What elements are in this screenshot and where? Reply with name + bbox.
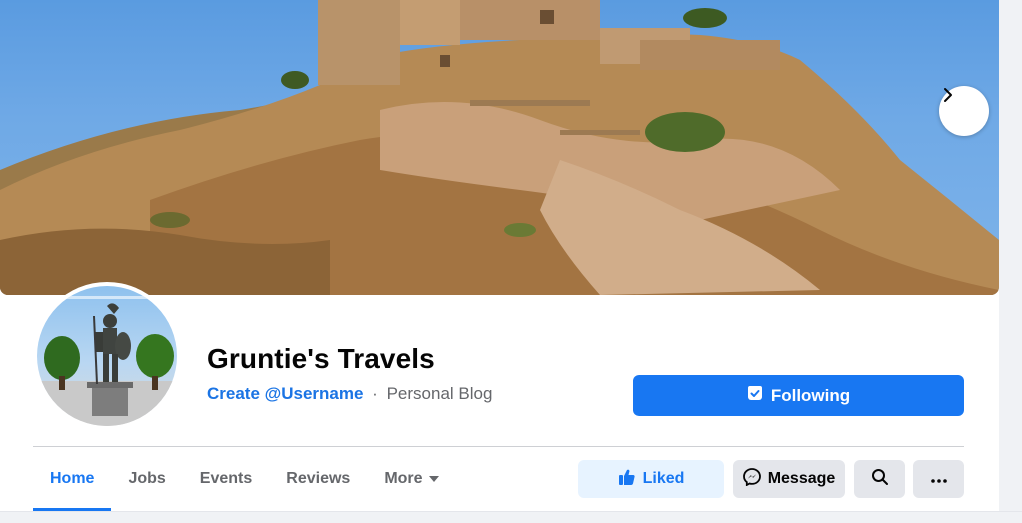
- tab-events[interactable]: Events: [183, 447, 269, 511]
- message-label: Message: [767, 470, 836, 487]
- separator-dot: ·: [372, 384, 378, 403]
- tab-jobs-label: Jobs: [128, 470, 166, 487]
- create-username-link[interactable]: Create @Username: [207, 384, 363, 403]
- search-button[interactable]: [854, 460, 905, 498]
- liked-button[interactable]: Liked: [578, 460, 724, 498]
- page-title: Gruntie's Travels: [207, 343, 435, 374]
- search-icon: [871, 468, 889, 491]
- page-subline: Create @Username · Personal Blog: [207, 384, 492, 404]
- liked-label: Liked: [642, 470, 685, 487]
- following-check-icon: [747, 385, 763, 406]
- page-tabs: Home Jobs Events Reviews More: [33, 447, 456, 511]
- more-options-button[interactable]: [913, 460, 964, 498]
- avatar-image: [37, 286, 177, 426]
- thumbs-up-icon: [618, 468, 636, 491]
- tab-jobs[interactable]: Jobs: [111, 447, 182, 511]
- page-body-top: [0, 511, 1022, 523]
- tab-events-label: Events: [199, 470, 253, 487]
- tab-home[interactable]: Home: [33, 447, 112, 511]
- cover-photo-image: [0, 0, 999, 295]
- right-gutter: [999, 0, 1022, 523]
- following-button[interactable]: Following: [633, 375, 964, 416]
- tab-reviews[interactable]: Reviews: [269, 447, 367, 511]
- tab-home-label: Home: [50, 470, 95, 487]
- cover-photo[interactable]: [0, 0, 999, 295]
- messenger-icon: [742, 467, 761, 491]
- profile-avatar[interactable]: [33, 282, 181, 430]
- caret-down-icon: [428, 476, 439, 482]
- following-label: Following: [770, 385, 851, 405]
- page-category: Personal Blog: [386, 384, 493, 403]
- cover-next-button[interactable]: [939, 86, 989, 136]
- message-button[interactable]: Message: [733, 460, 845, 498]
- tab-more[interactable]: More: [367, 447, 455, 511]
- tab-more-label: More: [384, 470, 423, 487]
- ellipsis-icon: [930, 470, 947, 488]
- tab-reviews-label: Reviews: [286, 470, 351, 487]
